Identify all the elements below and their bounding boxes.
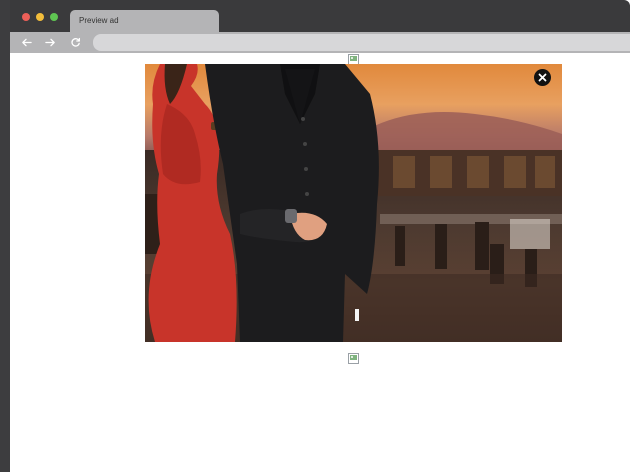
back-button[interactable] [18, 34, 35, 51]
minimize-window-button[interactable] [36, 13, 44, 21]
close-icon [538, 73, 547, 82]
browser-window: Preview ad [0, 0, 630, 472]
ad-preview-image[interactable] [145, 64, 562, 342]
browser-toolbar [10, 32, 630, 53]
reload-button[interactable] [67, 34, 84, 51]
window-left-edge [0, 0, 10, 472]
tab-preview-ad[interactable]: Preview ad [70, 10, 219, 32]
tab-title: Preview ad [79, 16, 119, 25]
reload-icon [71, 37, 80, 47]
address-bar[interactable] [93, 34, 630, 51]
arrow-left-icon [22, 38, 32, 47]
broken-image-icon-bottom [348, 353, 359, 364]
forward-button[interactable] [42, 34, 59, 51]
close-window-button[interactable] [22, 13, 30, 21]
arrow-right-icon [45, 38, 55, 47]
maximize-window-button[interactable] [50, 13, 58, 21]
ad-scene-details [145, 64, 562, 342]
close-ad-button[interactable] [534, 69, 551, 86]
titlebar: Preview ad [0, 0, 630, 32]
